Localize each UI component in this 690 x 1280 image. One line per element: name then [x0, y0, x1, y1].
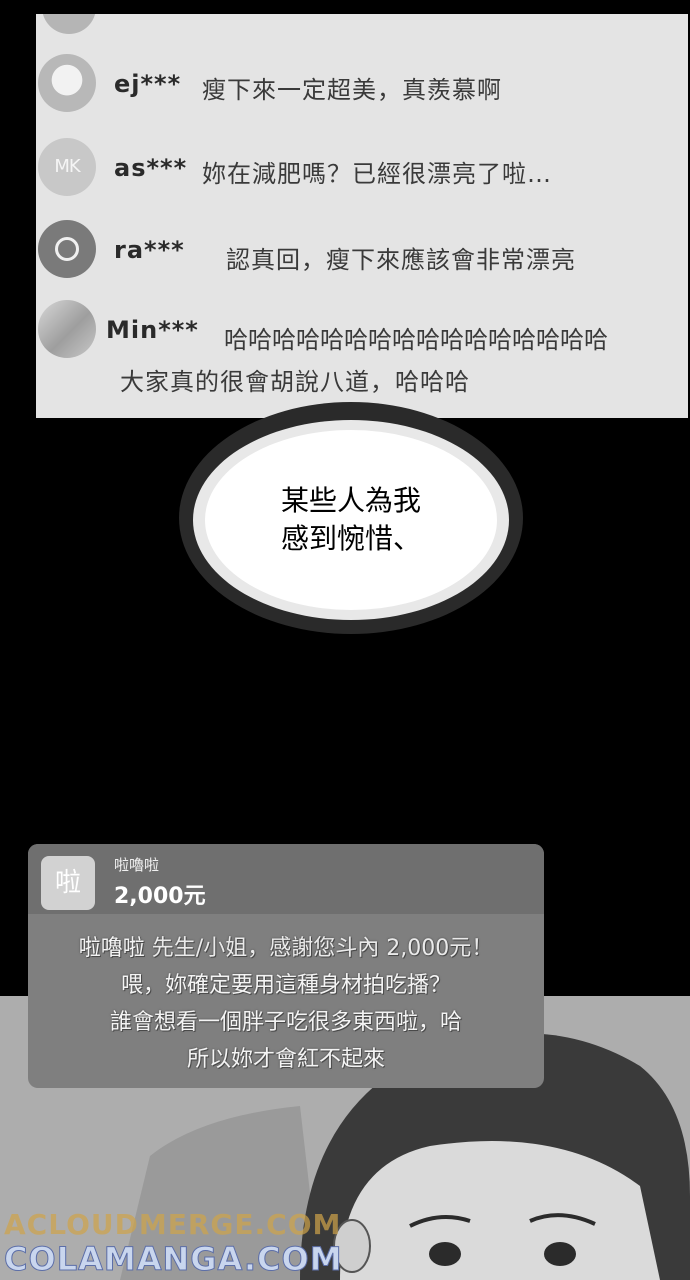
- message-line: 所以妳才會紅不起來: [186, 1047, 385, 1072]
- message-thanks: 先生/小姐，感謝您斗內 2,000元！: [144, 936, 494, 961]
- comment-item: ej*** 瘦下來一定超美，真羨慕啊: [36, 54, 688, 134]
- watermark-top: ACLOUDMERGE.COM: [4, 1208, 342, 1241]
- bubble-line: 感到惋惜、: [280, 522, 421, 555]
- comment-username: as***: [114, 154, 188, 182]
- watermark-bottom: COLAMANGA.COM: [4, 1240, 343, 1279]
- comment-item: Min*** 哈哈哈哈哈哈哈哈哈哈哈哈哈哈哈哈 大家真的很會胡說八道，哈哈哈: [36, 300, 688, 410]
- message-line: 喂，妳確定要用這種身材拍吃播？: [120, 973, 451, 998]
- donation-amount: 2,000元: [114, 884, 206, 909]
- comment-text: 妳在減肥嗎？已經很漂亮了啦…: [202, 160, 552, 188]
- bubble-line: 某些人為我: [280, 484, 421, 517]
- user-avatar: MK: [38, 138, 96, 196]
- bubble-text: 某些人為我 感到惋惜、: [178, 482, 524, 558]
- user-avatar: [38, 300, 96, 358]
- message-line: 誰會想看一個胖子吃很多東西啦，哈: [109, 1010, 462, 1035]
- comment-item: MK as*** 妳在減肥嗎？已經很漂亮了啦…: [36, 138, 688, 218]
- donation-notification: 啦 啦嚕啦 2,000元 啦嚕啦 先生/小姐，感謝您斗內 2,000元！ 喂，妳…: [28, 844, 544, 1088]
- partial-avatar: [42, 14, 96, 34]
- comment-text: 哈哈哈哈哈哈哈哈哈哈哈哈哈哈哈哈: [224, 326, 608, 354]
- comment-item: ra*** 認真回，瘦下來應該會非常漂亮: [36, 220, 688, 300]
- comment-text-continued: 大家真的很會胡說八道，哈哈哈: [120, 368, 470, 396]
- comment-text: 瘦下來一定超美，真羨慕啊: [202, 76, 502, 104]
- user-avatar: [38, 54, 96, 112]
- comment-username: ra***: [114, 236, 185, 264]
- comment-username: Min***: [106, 316, 199, 344]
- user-avatar: [38, 220, 96, 278]
- comment-username: ej***: [114, 70, 182, 98]
- message-line: 啦嚕啦 先生/小姐，感謝您斗內 2,000元！: [28, 930, 544, 967]
- thought-bubble: 某些人為我 感到惋惜、: [178, 398, 524, 638]
- comment-text: 認真回，瘦下來應該會非常漂亮: [226, 246, 576, 274]
- message-donor-name: 啦嚕啦: [78, 936, 145, 961]
- donor-name: 啦嚕啦: [114, 856, 160, 874]
- donation-message: 啦嚕啦 先生/小姐，感謝您斗內 2,000元！ 喂，妳確定要用這種身材拍吃播？ …: [28, 930, 544, 1078]
- comment-panel: ej*** 瘦下來一定超美，真羨慕啊 MK as*** 妳在減肥嗎？已經很漂亮了…: [36, 14, 688, 418]
- donor-icon: 啦: [41, 856, 95, 910]
- donation-header: 啦 啦嚕啦 2,000元: [28, 844, 544, 914]
